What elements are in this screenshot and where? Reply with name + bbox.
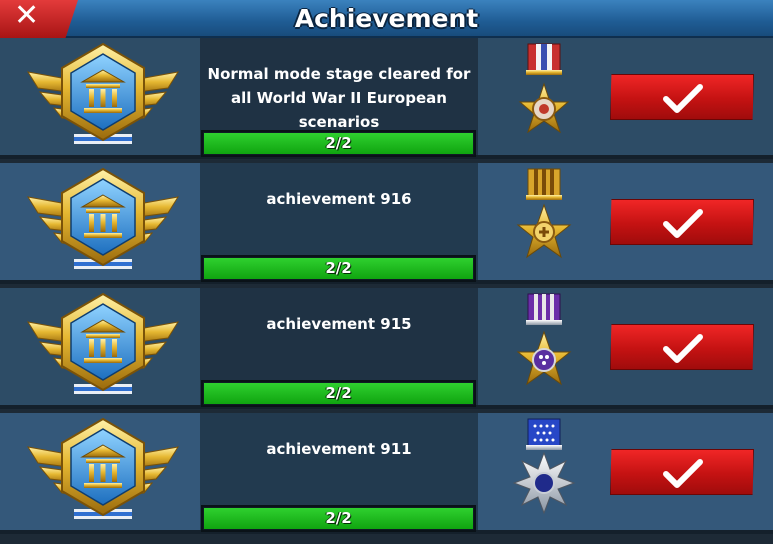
achievement-badge-icon [27,418,179,520]
progress-text: 2/2 [325,259,352,277]
check-icon [663,208,703,238]
achievement-description: achievement 911 [266,440,412,458]
progress-bar: 2/2 [201,380,476,407]
check-icon [663,458,703,488]
silver-star-medal-icon [518,43,570,134]
achievement-list[interactable]: Normal mode stage cleared for all World … [0,38,773,544]
achievement-row: Normal mode stage cleared for all World … [0,38,773,159]
progress-text: 2/2 [325,509,352,527]
claim-button[interactable] [610,199,754,245]
close-icon: ✕ [14,0,40,33]
achievement-badge-icon [27,168,179,270]
progress-bar: 2/2 [201,255,476,282]
achievement-description: achievement 916 [266,190,412,208]
achievement-row: achievement 916 2/2 [0,163,773,284]
check-icon [663,333,703,363]
claim-button[interactable] [610,449,754,495]
achievement-row: achievement 915 2/2 [0,288,773,409]
progress-bar: 2/2 [201,130,476,157]
progress-bar: 2/2 [201,505,476,532]
achievement-description: achievement 915 [266,315,412,333]
close-button[interactable]: ✕ [0,0,78,38]
header-bar [0,0,773,38]
progress-text: 2/2 [325,134,352,152]
gold-cross-medal-icon [516,168,572,259]
achievement-description: Normal mode stage cleared for all World … [207,65,471,131]
achievement-badge-icon [27,293,179,395]
achievement-row: achievement 911 2/2 [0,413,773,534]
achievement-badge-icon [27,43,179,145]
claim-button[interactable] [610,324,754,370]
claim-button[interactable] [610,74,754,120]
progress-text: 2/2 [325,384,352,402]
purple-star-medal-icon [516,293,572,386]
blue-silver-star-medal-icon [512,418,576,515]
check-icon [663,83,703,113]
